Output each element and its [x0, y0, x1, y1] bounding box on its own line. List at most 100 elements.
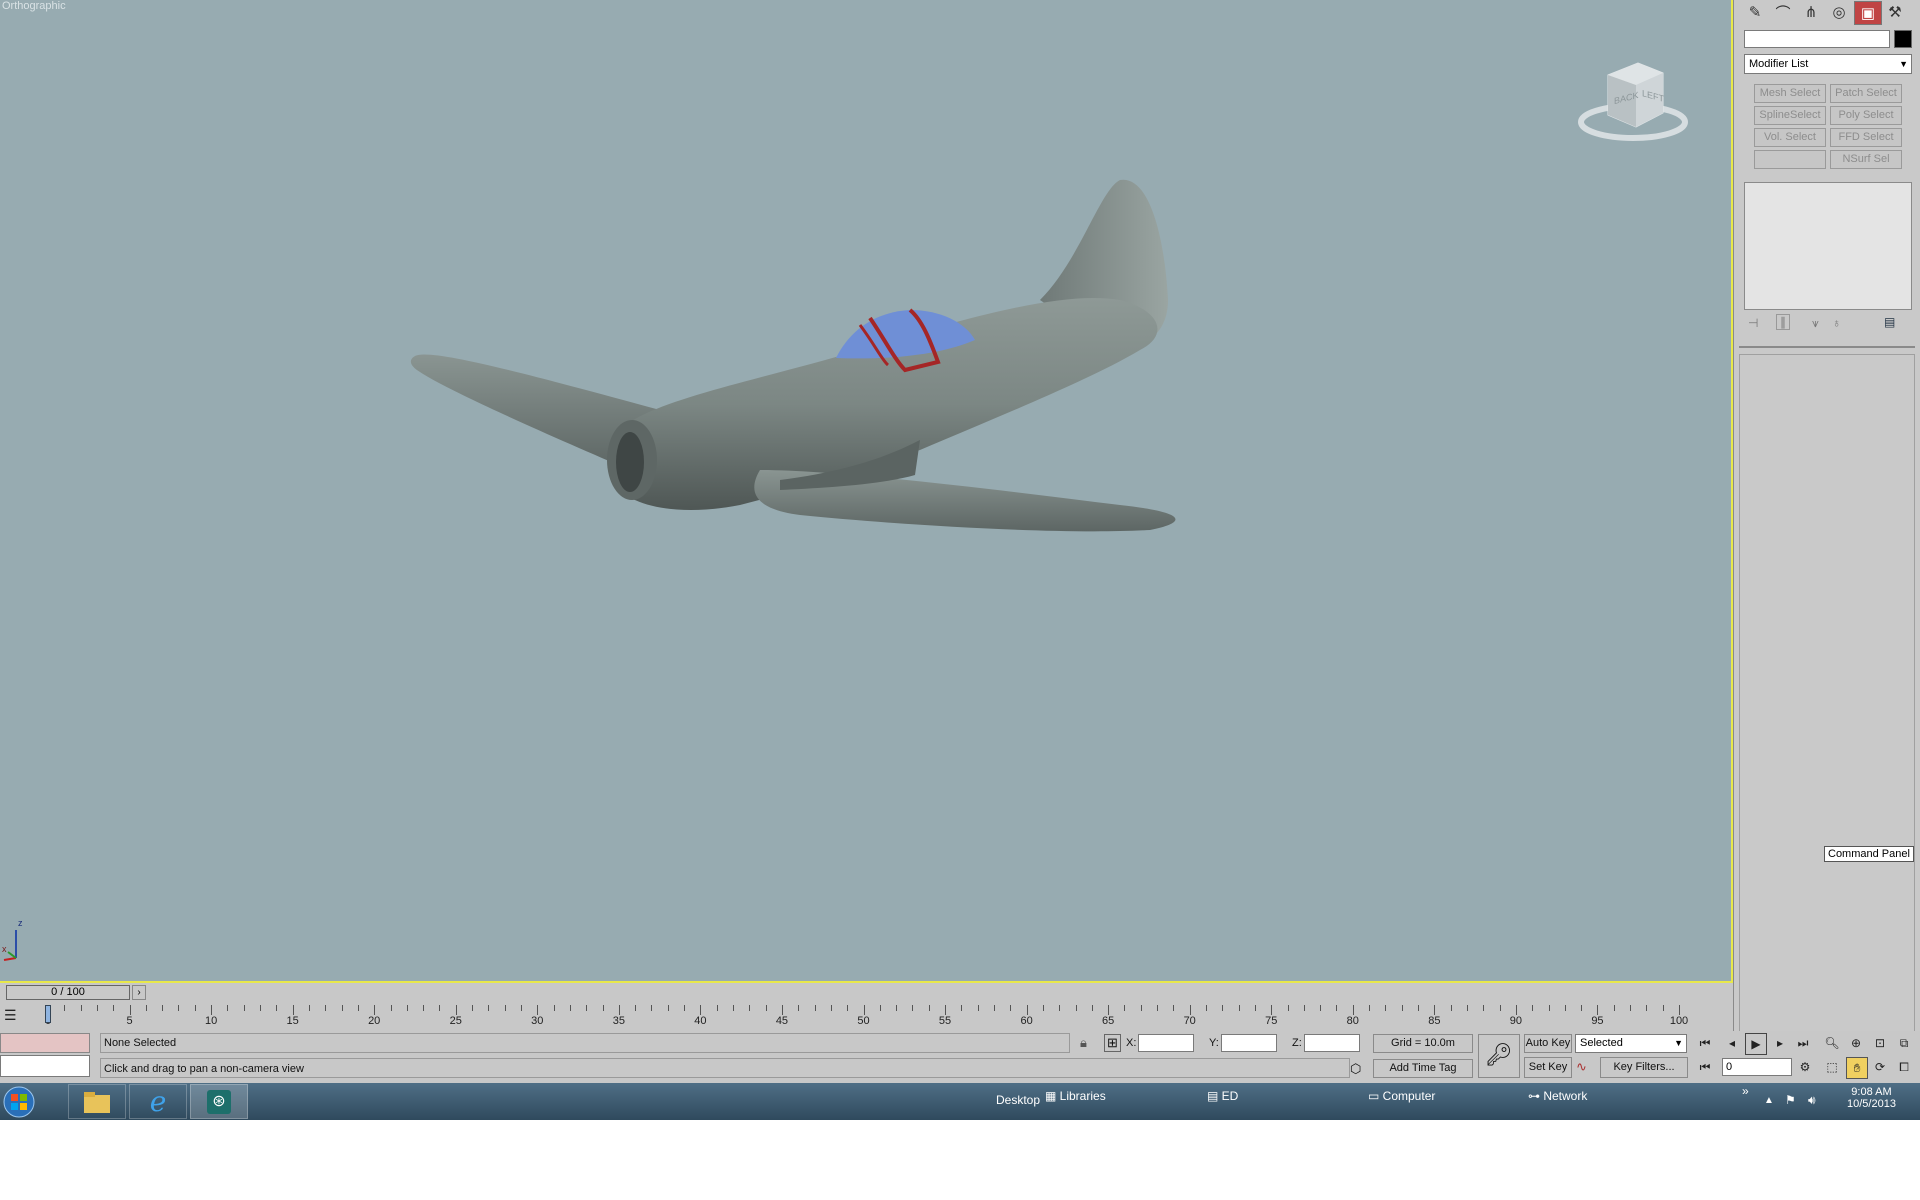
utilities-icon[interactable]: ⚒: [1882, 1, 1908, 23]
ruler-ticks: 0510152025303540455055606570758085909510…: [0, 1003, 1733, 1031]
previous-frame-icon[interactable]: ◂: [1722, 1033, 1742, 1053]
pan-view-icon[interactable]: ✋︎: [1846, 1057, 1868, 1079]
windows-logo-icon: [3, 1086, 35, 1117]
create-icon[interactable]: ✎: [1742, 1, 1768, 23]
mesh-select-button[interactable]: Mesh Select: [1754, 84, 1826, 103]
toolbar-overflow-chevron[interactable]: »: [1742, 1084, 1749, 1098]
panel-divider: [1739, 346, 1915, 348]
show-end-result-icon[interactable]: ∥: [1776, 314, 1790, 330]
current-frame-marker[interactable]: [45, 1005, 51, 1023]
key-mode-dropdown[interactable]: Selected ▼: [1575, 1034, 1687, 1053]
ruler-tick: [1385, 1005, 1387, 1011]
viewcube[interactable]: BACK LEFT: [1578, 55, 1688, 145]
set-key-icon[interactable]: 🔑︎: [1478, 1034, 1520, 1078]
orbit-icon[interactable]: ⟳: [1870, 1057, 1890, 1077]
zoom-extents-all-icon[interactable]: ⧉: [1894, 1033, 1914, 1053]
play-icon[interactable]: ▶: [1745, 1033, 1767, 1055]
object-name-field[interactable]: [1744, 30, 1890, 48]
pin-stack-icon[interactable]: ⊣: [1748, 316, 1758, 330]
zoom-icon[interactable]: 🔍︎: [1822, 1033, 1842, 1053]
maxscript-listener-white[interactable]: [0, 1055, 90, 1077]
go-to-start-icon[interactable]: ⏮: [1695, 1033, 1715, 1053]
object-color-swatch[interactable]: [1894, 30, 1912, 48]
ruler-tick: [863, 1005, 865, 1015]
patch-select-button[interactable]: Patch Select: [1830, 84, 1902, 103]
action-center-flag-icon[interactable]: ⚑: [1785, 1093, 1796, 1107]
zoom-extents-icon[interactable]: ⊡: [1870, 1033, 1890, 1053]
internet-explorer-button[interactable]: e: [129, 1084, 187, 1119]
ruler-tick: [993, 1005, 995, 1011]
motion-icon[interactable]: ◎: [1826, 1, 1852, 23]
current-frame-field[interactable]: 0: [1722, 1058, 1792, 1076]
airplane-model[interactable]: [0, 0, 1733, 983]
display-icon[interactable]: ▣: [1854, 1, 1882, 25]
volume-icon[interactable]: 🔊︎: [1808, 1093, 1816, 1108]
x-coordinate-field[interactable]: [1138, 1034, 1194, 1052]
perspective-viewport[interactable]: Orthographic BACK LEFT z x: [0, 0, 1733, 983]
make-unique-icon[interactable]: ⩛: [1812, 316, 1819, 331]
go-to-end-icon[interactable]: ⏭: [1793, 1033, 1813, 1053]
track-bar[interactable]: ☰ 05101520253035404550556065707580859095…: [0, 1003, 1733, 1031]
key-mode-toggle-icon[interactable]: ⏮: [1695, 1057, 1715, 1077]
rollout-area[interactable]: [1739, 354, 1915, 1066]
prompt-line-box: [100, 1058, 1350, 1078]
field-of-view-icon[interactable]: ⬚: [1822, 1057, 1842, 1077]
next-frame-arrow-icon[interactable]: ›: [132, 985, 146, 1000]
ruler-tick: [961, 1005, 963, 1011]
computer-link[interactable]: ▭ Computer: [1368, 1089, 1435, 1103]
axis-x-label: x: [2, 944, 7, 954]
spline-select-button[interactable]: SplineSelect: [1754, 106, 1826, 125]
next-frame-icon[interactable]: ▸: [1770, 1033, 1790, 1053]
time-configuration-icon[interactable]: ⚙: [1795, 1057, 1815, 1077]
hierarchy-icon[interactable]: ⋔: [1798, 1, 1824, 23]
ruler-tick: [1254, 1005, 1256, 1011]
desktop-toolbar-label[interactable]: Desktop: [996, 1093, 1040, 1107]
ruler-tick: [80, 1005, 82, 1011]
modifier-list-dropdown[interactable]: Modifier List ▼: [1744, 54, 1912, 74]
show-hidden-icons-icon[interactable]: ▲: [1764, 1095, 1774, 1106]
set-key-button[interactable]: Set Key: [1524, 1057, 1572, 1078]
file-explorer-button[interactable]: [68, 1084, 126, 1119]
ed-link[interactable]: ▤ ED: [1207, 1089, 1238, 1103]
3dsmax-button[interactable]: ⊛: [190, 1084, 248, 1119]
configure-modifier-sets-icon[interactable]: ▤: [1884, 315, 1895, 329]
maximize-viewport-icon[interactable]: ⧠: [1894, 1057, 1914, 1077]
time-slider-thumb[interactable]: 0 / 100: [6, 985, 130, 1000]
modify-icon[interactable]: ⌒: [1770, 1, 1796, 23]
auto-key-button[interactable]: Auto Key: [1524, 1034, 1572, 1053]
absolute-mode-icon[interactable]: ⊞: [1104, 1034, 1121, 1052]
key-tangent-icon[interactable]: ∿: [1576, 1059, 1587, 1075]
ruler-tick-label: 90: [1509, 1015, 1523, 1027]
modifier-stack[interactable]: [1744, 182, 1912, 310]
ruler-tick: [1401, 1005, 1403, 1011]
ruler-tick: [586, 1005, 588, 1011]
empty-modifier-button[interactable]: [1754, 150, 1826, 169]
ruler-tick: [325, 1005, 327, 1011]
key-filters-button[interactable]: Key Filters...: [1600, 1057, 1688, 1078]
poly-select-button[interactable]: Poly Select: [1830, 106, 1902, 125]
vol-select-button[interactable]: Vol. Select: [1754, 128, 1826, 147]
command-panel[interactable]: ✎ ⌒ ⋔ ◎ ▣ ⚒ Modifier List ▼ Mesh Select …: [1733, 0, 1920, 1083]
add-time-tag-button[interactable]: Add Time Tag: [1373, 1059, 1473, 1078]
z-coordinate-field[interactable]: [1304, 1034, 1360, 1052]
ruler-tick: [716, 1005, 718, 1011]
lock-icon[interactable]: 🔒︎: [1080, 1035, 1087, 1051]
ruler-tick: [1369, 1005, 1371, 1011]
ffd-select-button[interactable]: FFD Select: [1830, 128, 1902, 147]
ruler-tick: [1091, 1005, 1093, 1011]
ruler-tick-label: 60: [1020, 1015, 1033, 1027]
network-link[interactable]: ⊶ Network: [1528, 1089, 1587, 1103]
nsurf-sel-button[interactable]: NSurf Sel: [1830, 150, 1902, 169]
ruler-tick: [1124, 1005, 1126, 1011]
clock[interactable]: 9:08 AM 10/5/2013: [1847, 1086, 1896, 1110]
time-slider-track[interactable]: 0 / 100 ›: [0, 983, 1733, 1003]
time-tag-icon[interactable]: ⬡: [1350, 1061, 1361, 1077]
y-coordinate-field[interactable]: [1221, 1034, 1277, 1052]
ruler-tick: [1303, 1005, 1305, 1011]
ruler-tick-label: 35: [612, 1015, 625, 1027]
libraries-link[interactable]: ▦ Libraries: [1045, 1089, 1106, 1103]
remove-modifier-icon[interactable]: ♁: [1832, 316, 1841, 330]
start-button[interactable]: [0, 1084, 38, 1119]
maxscript-listener-pink[interactable]: [0, 1033, 90, 1053]
zoom-all-icon[interactable]: ⊕: [1846, 1033, 1866, 1053]
